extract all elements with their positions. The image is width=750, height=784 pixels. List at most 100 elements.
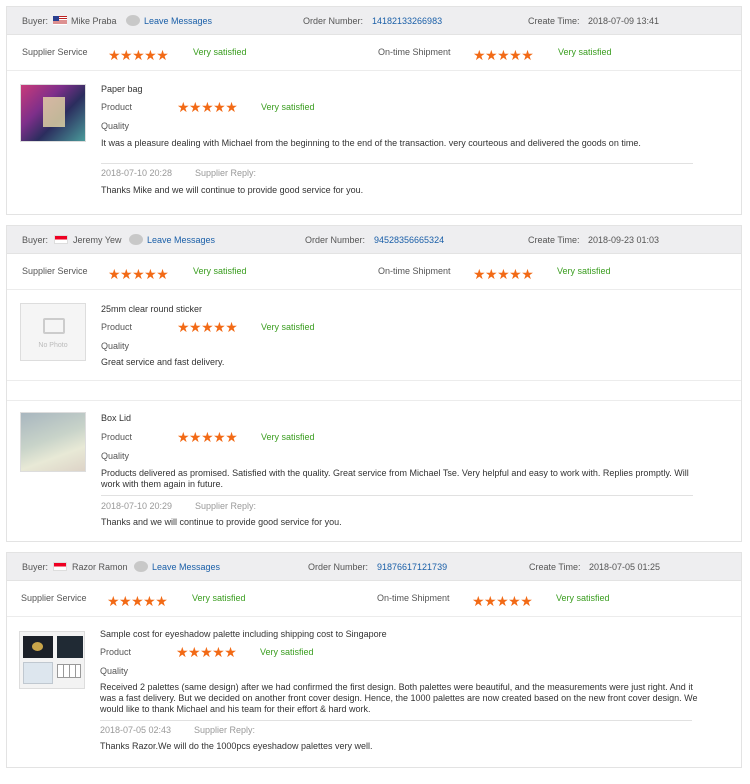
ontime-shipment-label: On-time Shipment: [378, 266, 451, 276]
reply-date: 2018-07-10 20:28: [101, 168, 173, 178]
ontime-shipment-stars: ★★★★★: [473, 47, 534, 63]
product-rating: Very satisfied: [260, 647, 314, 657]
reply-text: Thanks Razor.We will do the 1000pcs eyes…: [100, 741, 373, 751]
ontime-shipment-stars: ★★★★★: [472, 593, 533, 609]
product-stars: ★★★★★: [177, 429, 238, 445]
order-rating-row: Supplier Service ★★★★★ Very satisfied On…: [7, 581, 741, 617]
quality-label: Quality: [101, 341, 130, 351]
review-item: Sample cost for eyeshadow palette includ…: [7, 617, 741, 767]
review-text: Products delivered as promised. Satisfie…: [101, 468, 689, 489]
chat-icon[interactable]: [126, 15, 140, 26]
reply-text: Thanks Mike and we will continue to prov…: [101, 185, 364, 195]
order-header: Buyer: Mike Praba Leave Messages Order N…: [7, 7, 741, 35]
supplier-service-stars: ★★★★★: [108, 47, 169, 63]
supplier-service-stars: ★★★★★: [107, 593, 168, 609]
no-photo-caption: No Photo: [38, 342, 68, 349]
ontime-shipment-stars: ★★★★★: [473, 266, 534, 282]
buyer-name: Mike Praba: [71, 16, 117, 26]
product-rating: Very satisfied: [261, 102, 315, 112]
order-number-link[interactable]: 14182133266983: [372, 16, 442, 26]
supplier-reply-label: Supplier Reply:: [195, 168, 257, 178]
create-time-value: 2018-07-05 01:25: [589, 562, 661, 572]
product-stars: ★★★★★: [176, 644, 237, 660]
palette-photo-2: [57, 636, 83, 658]
leave-messages-link[interactable]: Leave Messages: [147, 235, 215, 245]
product-stars: ★★★★★: [177, 99, 238, 115]
supplier-service-rating: Very satisfied: [192, 593, 246, 603]
review-item: Paper bag Product ★★★★★ Very satisfied Q…: [7, 71, 741, 215]
singapore-flag-icon: [54, 235, 68, 244]
product-label: Product: [101, 102, 133, 112]
product-label: Product: [101, 432, 133, 442]
order-card: Buyer: Mike Praba Leave Messages Order N…: [6, 6, 742, 215]
product-rating: Very satisfied: [261, 432, 315, 442]
product-name[interactable]: 25mm clear round sticker: [101, 304, 202, 314]
product-thumbnail[interactable]: [19, 631, 85, 689]
product-thumbnail[interactable]: [20, 412, 86, 472]
ontime-shipment-label: On-time Shipment: [377, 593, 450, 603]
supplier-reply-label: Supplier Reply:: [195, 501, 257, 511]
product-thumbnail[interactable]: No Photo: [20, 303, 86, 361]
create-time-label: Create Time:: [528, 235, 580, 245]
palette-photo-3: [23, 662, 53, 684]
review-text: It was a pleasure dealing with Michael f…: [101, 138, 641, 148]
palette-photo-1: [23, 636, 53, 658]
create-time-value: 2018-07-09 13:41: [588, 16, 660, 26]
supplier-service-label: Supplier Service: [22, 47, 88, 57]
order-card: Buyer: Jeremy Yew Leave Messages Order N…: [6, 225, 742, 542]
order-number-link[interactable]: 91876617121739: [377, 562, 447, 572]
supplier-service-label: Supplier Service: [22, 266, 88, 276]
supplier-service-rating: Very satisfied: [193, 47, 247, 57]
quality-label: Quality: [101, 121, 130, 131]
divider: [101, 163, 693, 164]
order-header: Buyer: Jeremy Yew Leave Messages Order N…: [7, 226, 741, 254]
chat-icon[interactable]: [134, 561, 148, 572]
ontime-shipment-rating: Very satisfied: [557, 266, 611, 276]
product-label: Product: [100, 647, 132, 657]
chat-icon[interactable]: [129, 234, 143, 245]
product-name[interactable]: Paper bag: [101, 84, 143, 94]
order-number-link[interactable]: 94528356665324: [374, 235, 444, 245]
review-item: Box Lid Product ★★★★★ Very satisfied Qua…: [7, 401, 741, 542]
singapore-flag-icon: [53, 562, 67, 571]
order-rating-row: Supplier Service ★★★★★ Very satisfied On…: [7, 35, 741, 71]
product-thumbnail[interactable]: [20, 84, 86, 142]
divider: [100, 720, 692, 721]
product-label: Product: [101, 322, 133, 332]
supplier-reply-label: Supplier Reply:: [194, 725, 256, 735]
order-header: Buyer: Razor Ramon Leave Messages Order …: [7, 553, 741, 581]
review-text: Great service and fast delivery.: [101, 357, 225, 367]
reply-text: Thanks and we will continue to provide g…: [101, 517, 342, 527]
item-separator: [7, 381, 741, 401]
ontime-shipment-label: On-time Shipment: [378, 47, 451, 57]
ontime-shipment-rating: Very satisfied: [556, 593, 610, 603]
leave-messages-link[interactable]: Leave Messages: [144, 16, 212, 26]
product-stars: ★★★★★: [177, 319, 238, 335]
order-number-label: Order Number:: [303, 16, 364, 26]
buyer-name: Jeremy Yew: [73, 235, 122, 245]
buyer-label: Buyer:: [22, 562, 49, 572]
supplier-service-label: Supplier Service: [21, 593, 87, 603]
order-number-label: Order Number:: [308, 562, 369, 572]
reply-date: 2018-07-10 20:29: [101, 501, 173, 511]
supplier-service-rating: Very satisfied: [193, 266, 247, 276]
buyer-label: Buyer:: [22, 16, 49, 26]
palette-photo-4: [57, 664, 81, 678]
divider: [101, 495, 693, 496]
create-time-label: Create Time:: [529, 562, 581, 572]
quality-label: Quality: [100, 666, 129, 676]
product-name[interactable]: Box Lid: [101, 413, 131, 423]
create-time-label: Create Time:: [528, 16, 580, 26]
order-card: Buyer: Razor Ramon Leave Messages Order …: [6, 552, 742, 768]
review-item: No Photo 25mm clear round sticker Produc…: [7, 290, 741, 381]
reply-date: 2018-07-05 02:43: [100, 725, 172, 735]
ontime-shipment-rating: Very satisfied: [558, 47, 612, 57]
leave-messages-link[interactable]: Leave Messages: [152, 562, 220, 572]
order-number-label: Order Number:: [305, 235, 366, 245]
image-placeholder-icon: [43, 318, 65, 334]
quality-label: Quality: [101, 451, 130, 461]
product-rating: Very satisfied: [261, 322, 315, 332]
us-flag-icon: [53, 16, 67, 25]
product-name[interactable]: Sample cost for eyeshadow palette includ…: [100, 629, 387, 639]
buyer-name: Razor Ramon: [72, 562, 128, 572]
